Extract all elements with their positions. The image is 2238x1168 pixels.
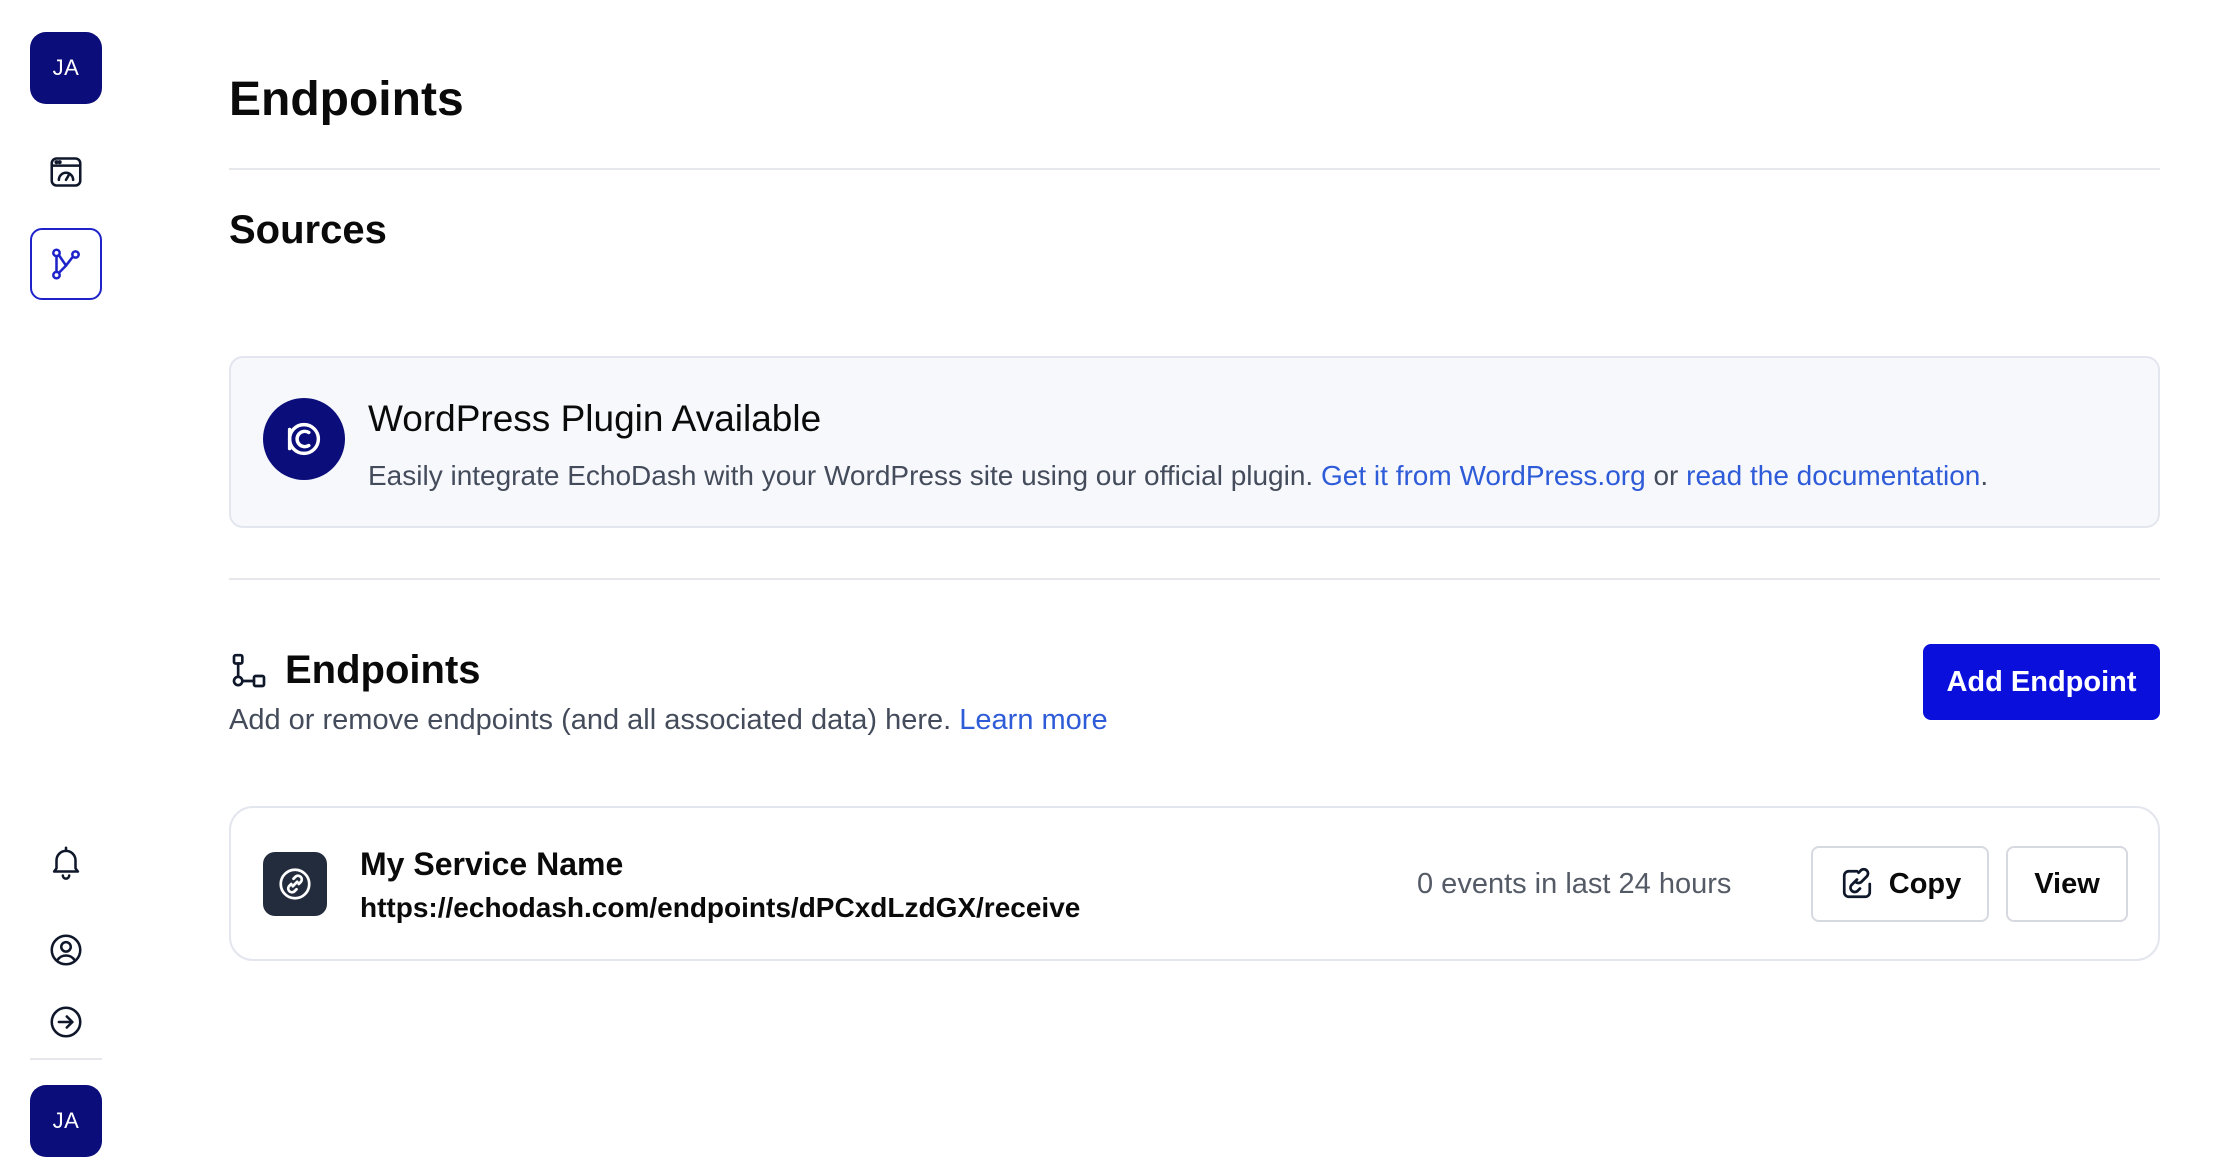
sidebar: JA JA bbox=[0, 0, 132, 1168]
echodash-logo-icon bbox=[287, 422, 321, 456]
user-circle-icon bbox=[50, 934, 82, 966]
nav-dashboard[interactable] bbox=[30, 136, 102, 208]
endpoints-section-description: Add or remove endpoints (and all associa… bbox=[229, 704, 1108, 737]
plugin-desc-suffix: . bbox=[1980, 460, 1989, 491]
nav-logout[interactable] bbox=[30, 986, 102, 1058]
sidebar-divider bbox=[30, 1058, 102, 1060]
user-avatar[interactable]: JA bbox=[30, 32, 102, 104]
plugin-desc-or: or bbox=[1653, 460, 1679, 491]
sources-title: Sources bbox=[229, 208, 387, 252]
title-divider bbox=[229, 168, 2160, 170]
endpoints-section-title: Endpoints bbox=[285, 648, 481, 692]
view-label: View bbox=[2034, 867, 2100, 900]
sources-divider bbox=[229, 578, 2160, 580]
link-icon bbox=[279, 868, 311, 900]
wordpress-org-link[interactable]: Get it from WordPress.org bbox=[1321, 460, 1646, 491]
endpoint-card: My Service Name https://echodash.com/end… bbox=[229, 806, 2160, 961]
endpoint-name: My Service Name bbox=[360, 846, 624, 882]
copy-link-icon bbox=[1842, 867, 1871, 899]
endpoints-section-icon bbox=[232, 653, 266, 687]
echodash-logo bbox=[263, 398, 345, 480]
plugin-description: Easily integrate EchoDash with your Word… bbox=[368, 460, 1988, 492]
dashboard-icon bbox=[50, 157, 82, 187]
nav-account[interactable] bbox=[30, 914, 102, 986]
endpoint-link-badge bbox=[263, 852, 327, 916]
arrow-right-circle-icon bbox=[50, 1006, 82, 1038]
plugin-desc-text: Easily integrate EchoDash with your Word… bbox=[368, 460, 1314, 491]
copy-button[interactable]: Copy bbox=[1811, 846, 1989, 922]
endpoints-desc-text: Add or remove endpoints (and all associa… bbox=[229, 704, 952, 736]
add-endpoint-button[interactable]: Add Endpoint bbox=[1923, 644, 2160, 720]
wordpress-plugin-banner: WordPress Plugin Available Easily integr… bbox=[229, 356, 2160, 528]
plugin-title: WordPress Plugin Available bbox=[368, 398, 822, 439]
endpoints-section-header: Endpoints bbox=[229, 648, 481, 693]
nav-endpoints[interactable] bbox=[30, 228, 102, 300]
learn-more-link[interactable]: Learn more bbox=[959, 704, 1107, 736]
endpoints-branch-icon bbox=[52, 248, 80, 280]
documentation-link[interactable]: read the documentation bbox=[1686, 460, 1980, 491]
bell-icon bbox=[52, 846, 80, 880]
user-initials: JA bbox=[52, 55, 80, 80]
view-button[interactable]: View bbox=[2006, 846, 2128, 922]
copy-label: Copy bbox=[1888, 867, 1962, 900]
endpoint-event-count: 0 events in last 24 hours bbox=[1417, 868, 1732, 900]
bottom-user-avatar[interactable]: JA bbox=[30, 1085, 102, 1157]
endpoint-url: https://echodash.com/endpoints/dPCxdLzdG… bbox=[360, 892, 1081, 923]
nav-notifications[interactable] bbox=[30, 826, 102, 898]
page-title: Endpoints bbox=[229, 73, 464, 126]
bottom-user-initials: JA bbox=[52, 1108, 80, 1133]
